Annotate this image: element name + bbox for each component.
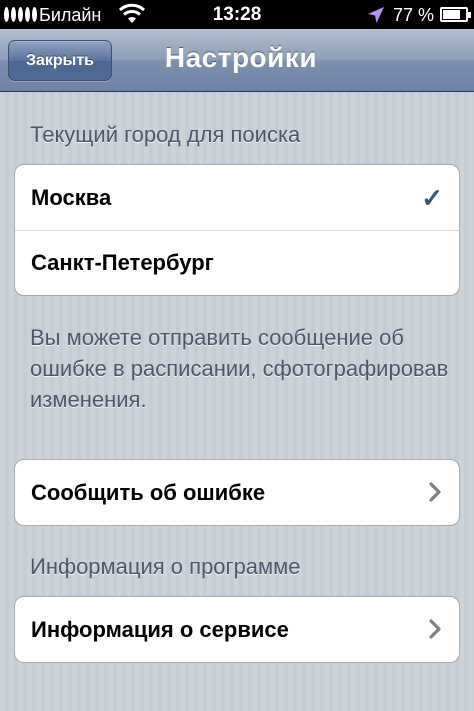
navigation-bar: Закрыть Настройки <box>0 29 474 92</box>
battery-percent: 77 % <box>393 5 435 25</box>
city-item-label: Санкт-Петербург <box>31 250 214 275</box>
status-bar: Билайн 13:28 77 % <box>0 0 474 29</box>
info-group: Информация о сервисе <box>14 596 460 663</box>
city-item-label: Москва <box>31 184 112 210</box>
service-info-button[interactable]: Информация о сервисе <box>15 597 459 662</box>
city-item-saint-petersburg[interactable]: Санкт-Петербург <box>15 230 459 295</box>
battery-icon <box>440 7 471 22</box>
report-error-button[interactable]: Сообщить об ошибке <box>15 460 459 525</box>
info-section-header: Информация о программе <box>30 554 301 579</box>
chevron-right-icon <box>429 619 441 645</box>
chevron-right-icon <box>429 482 441 508</box>
location-icon <box>366 5 386 30</box>
report-description: Вы можете отправить сообщение об ошибке … <box>30 325 449 412</box>
city-item-moscow[interactable]: Москва ✓ <box>15 165 459 230</box>
report-group: Сообщить об ошибке <box>14 459 460 526</box>
city-section-header: Текущий город для поиска <box>30 122 301 147</box>
report-error-label: Сообщить об ошибке <box>31 479 266 505</box>
page-title: Настройки <box>164 42 318 73</box>
city-list: Москва ✓ Санкт-Петербург <box>14 164 460 296</box>
checkmark-icon: ✓ <box>421 183 443 213</box>
service-info-label: Информация о сервисе <box>31 616 289 642</box>
